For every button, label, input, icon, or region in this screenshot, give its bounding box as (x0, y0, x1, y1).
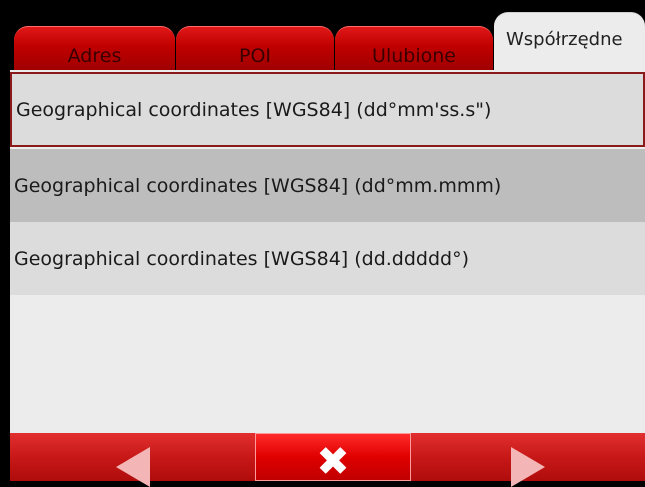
tab-poi[interactable]: POI (176, 26, 334, 70)
arrow-right-icon (511, 447, 545, 487)
list-item[interactable]: Geographical coordinates [WGS84] (dd.ddd… (10, 222, 645, 295)
close-button[interactable]: ✖ (255, 433, 411, 485)
tab-bar: Adres POI Ulubione Współrzędne (10, 12, 645, 70)
previous-button[interactable] (10, 433, 255, 487)
bottom-toolbar: ✖ (10, 433, 645, 487)
close-icon: ✖ (316, 439, 350, 485)
coordinate-format-list: Geographical coordinates [WGS84] (dd°mm'… (10, 70, 645, 443)
tab-adres[interactable]: Adres (14, 26, 175, 70)
list-item[interactable]: Geographical coordinates [WGS84] (dd°mm'… (10, 72, 645, 147)
arrow-left-icon (115, 447, 150, 487)
tab-ulubione[interactable]: Ulubione (335, 26, 493, 70)
list-item[interactable]: Geographical coordinates [WGS84] (dd°mm.… (10, 149, 645, 222)
tab-wspolrzedne[interactable]: Współrzędne (494, 12, 645, 70)
next-button[interactable] (411, 433, 645, 487)
app-frame: Adres POI Ulubione Współrzędne Geographi… (10, 12, 645, 487)
